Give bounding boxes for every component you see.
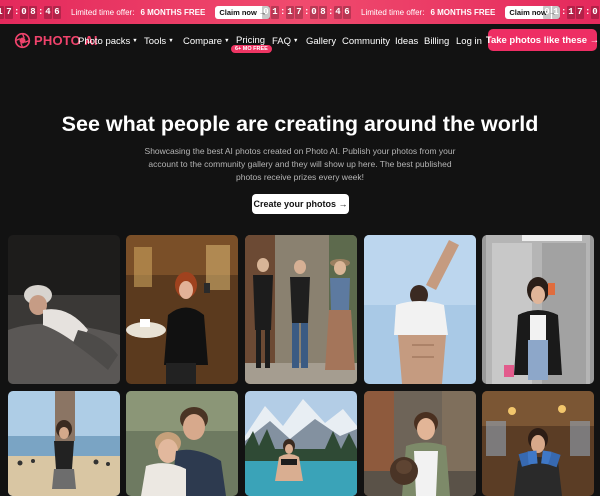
- gallery-photo[interactable]: [126, 235, 238, 384]
- gallery-photo[interactable]: [245, 391, 357, 496]
- countdown-digit: 1: [286, 5, 294, 19]
- countdown-digit: 0: [310, 5, 318, 19]
- nav-ideas[interactable]: Ideas: [395, 36, 418, 47]
- countdown-timer: 0 1 : 1 7 : 0 8 : 4 6: [262, 5, 351, 19]
- caret-down-icon: ▼: [132, 38, 138, 44]
- caret-down-icon: ▼: [293, 38, 299, 44]
- offer-text: Limited time offer:: [361, 7, 425, 17]
- countdown-digit: 4: [334, 5, 342, 19]
- nav-community[interactable]: Community: [342, 36, 390, 47]
- offer-highlight: 6 MONTHS FREE: [430, 7, 496, 17]
- gallery-photo[interactable]: [8, 391, 120, 496]
- gallery-photo[interactable]: [364, 391, 476, 496]
- countdown-digit: 8: [29, 5, 37, 19]
- countdown-digit: 7: [5, 5, 13, 19]
- gallery-photo[interactable]: [245, 235, 357, 384]
- nav-label: Billing: [424, 36, 450, 47]
- countdown-digit: 1: [567, 5, 575, 19]
- page-title: See what people are creating around the …: [61, 112, 539, 136]
- countdown-digit: 7: [576, 5, 584, 19]
- countdown-digit: 1: [0, 5, 4, 19]
- photo-woman-sleeping: [8, 235, 120, 384]
- countdown-digit: 0: [20, 5, 28, 19]
- photo-elevator-selfie: [482, 235, 594, 384]
- caret-down-icon: ▼: [168, 38, 174, 44]
- nav-label: Gallery: [306, 36, 337, 47]
- nav-label: Community: [342, 36, 391, 47]
- gallery-photo[interactable]: [364, 235, 476, 384]
- promo-segment: 0 1 : 1 7 : 0 8 : 4 6 Limited time offer…: [262, 0, 561, 24]
- nav-photo-packs[interactable]: Photo packs ▼: [78, 36, 138, 47]
- nav-faq[interactable]: FAQ ▼: [272, 36, 298, 47]
- countdown-separator: :: [280, 7, 286, 17]
- countdown-digit: 8: [319, 5, 327, 19]
- countdown-separator: :: [14, 7, 20, 17]
- nav-login[interactable]: Log in: [456, 36, 482, 47]
- photo-woman-cafe-selfie: [126, 235, 238, 384]
- caret-down-icon: ▼: [224, 38, 230, 44]
- take-photos-button[interactable]: Take photos like these →: [486, 29, 599, 51]
- nav-label: Log in: [456, 36, 482, 47]
- nav-label: Ideas: [395, 36, 419, 47]
- photo-man-stretching: [364, 235, 476, 384]
- countdown-separator: :: [328, 7, 334, 17]
- photo-couple: [126, 391, 238, 496]
- countdown-digit: 7: [295, 5, 303, 19]
- gallery-photo[interactable]: [8, 235, 120, 384]
- nav-label: Tools: [144, 36, 167, 47]
- create-photos-button[interactable]: Create your photos →: [252, 194, 349, 214]
- gallery-photo[interactable]: [126, 391, 238, 496]
- photo-mountain-lake: [245, 391, 357, 496]
- countdown-separator: :: [304, 7, 310, 17]
- nav-gallery[interactable]: Gallery: [306, 36, 336, 47]
- photo-three-women: [245, 235, 357, 384]
- countdown-digit: 6: [343, 5, 351, 19]
- countdown-separator: :: [585, 7, 591, 17]
- countdown-separator: :: [38, 7, 44, 17]
- promo-banner: 1 7 : 0 8 : 4 6 Limited time offer: 6 MO…: [0, 0, 600, 24]
- photo-woman-cards: [482, 391, 594, 496]
- nav-tools[interactable]: Tools ▼: [144, 36, 174, 47]
- countdown-timer: 1 7 : 0 8 : 4 6: [0, 5, 61, 19]
- promo-segment: 0 1 : 1 7 : 0: [543, 0, 599, 24]
- countdown-digit: 0: [591, 5, 599, 19]
- countdown-timer: 0 1 : 1 7 : 0: [543, 5, 599, 19]
- countdown-digit: 4: [44, 5, 52, 19]
- countdown-digit: 1: [271, 5, 279, 19]
- countdown-digit: 6: [53, 5, 61, 19]
- countdown-digit: 1: [552, 5, 560, 19]
- logo-icon: [14, 32, 31, 49]
- nav-label: FAQ: [272, 36, 292, 47]
- promo-segment: 1 7 : 0 8 : 4 6 Limited time offer: 6 MO…: [0, 0, 271, 24]
- photo-woman-dog: [364, 391, 476, 496]
- nav-billing[interactable]: Billing: [424, 36, 449, 47]
- photo-woman-beach: [8, 391, 120, 496]
- gallery-photo[interactable]: [482, 391, 594, 496]
- countdown-digit: 0: [262, 5, 270, 19]
- countdown-digit: 0: [543, 5, 551, 19]
- page-subtitle: Showcasing the best AI photos created on…: [144, 146, 456, 182]
- pricing-badge: 6+ MO FREE: [231, 45, 272, 53]
- offer-text: Limited time offer:: [71, 7, 135, 17]
- gallery-photo[interactable]: [482, 235, 594, 384]
- offer-highlight: 6 MONTHS FREE: [140, 7, 206, 17]
- nav-compare[interactable]: Compare ▼: [183, 36, 230, 47]
- countdown-separator: :: [561, 7, 567, 17]
- nav-label: Compare: [183, 36, 223, 47]
- nav-label: Photo packs: [78, 36, 131, 47]
